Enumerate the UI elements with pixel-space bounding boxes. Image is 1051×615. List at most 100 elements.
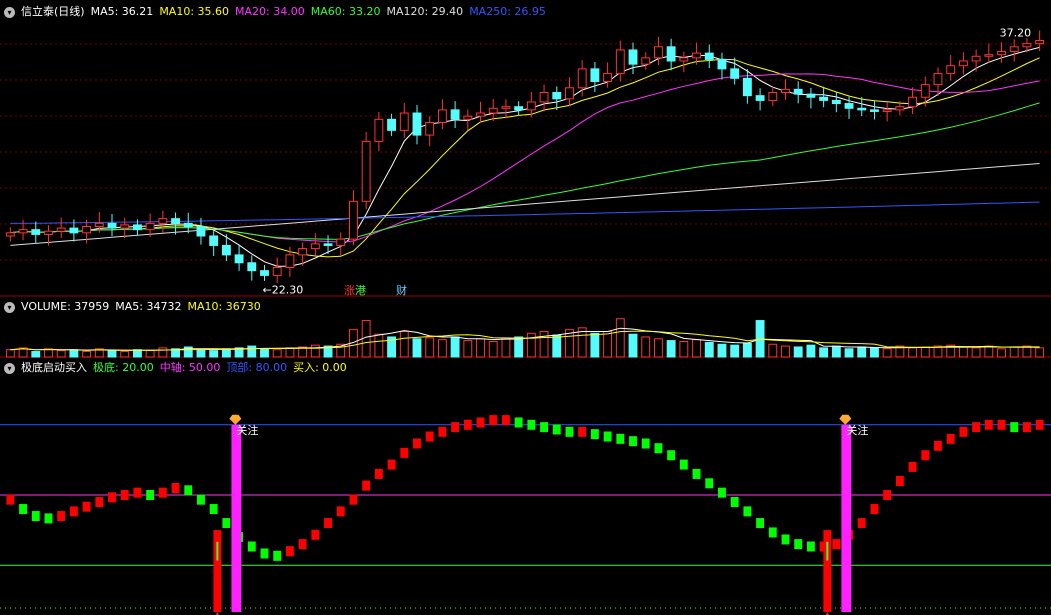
indicator-bar xyxy=(768,527,777,538)
chevron-down-icon[interactable]: ▾ xyxy=(4,362,15,374)
indicator-bar xyxy=(425,431,434,442)
indicator-bar xyxy=(57,511,66,522)
indicator-bar xyxy=(95,497,104,508)
indicator-bar xyxy=(806,541,815,552)
candle xyxy=(793,88,803,95)
volume-ma5-line xyxy=(10,327,1040,351)
volume-bar xyxy=(730,344,740,358)
candle xyxy=(56,227,66,232)
chevron-down-icon[interactable]: ▾ xyxy=(4,301,15,313)
event-marker-0[interactable]: 涨 xyxy=(344,284,355,297)
volume-bar xyxy=(742,342,752,358)
candle xyxy=(831,99,841,105)
indicator-bar xyxy=(641,438,650,449)
indicator-bar xyxy=(171,482,180,493)
candle xyxy=(450,109,460,120)
volume-bar xyxy=(615,318,625,358)
candle xyxy=(1022,43,1032,48)
volume-bar xyxy=(145,350,155,358)
candle xyxy=(221,244,231,256)
chart-window: 37.20 ←22.30 涨港 财关注 关注 ▾ 信立泰(日线) MA5: 36.21 MA1… xyxy=(0,0,1051,615)
candle xyxy=(958,60,968,67)
candle xyxy=(476,112,485,117)
ma120-line xyxy=(10,163,1040,246)
candle xyxy=(514,106,524,111)
indicator-bar xyxy=(984,419,993,430)
indicator-bar xyxy=(146,490,155,500)
indicator-bar xyxy=(400,447,409,458)
volume-bar xyxy=(437,339,447,358)
indicator-bar xyxy=(197,494,205,505)
indicator-bar xyxy=(552,424,561,435)
volume-bar xyxy=(221,348,231,358)
candle xyxy=(933,73,943,86)
candle xyxy=(247,262,257,272)
indicator-bar xyxy=(578,426,587,437)
indicator-bar xyxy=(1035,419,1044,430)
indicator-bar xyxy=(832,539,841,550)
indicator-bar xyxy=(222,518,231,529)
indicator-bar xyxy=(31,511,40,522)
candle xyxy=(565,87,574,100)
indicator-bar xyxy=(501,415,510,426)
volume-bar xyxy=(666,340,676,358)
candle xyxy=(615,49,625,75)
indicator-bar xyxy=(476,417,485,428)
candle xyxy=(437,109,447,123)
indicator-label-2: 中轴: 50.00 xyxy=(159,361,221,374)
candle xyxy=(310,243,320,250)
indicator-bar xyxy=(260,548,269,559)
event-marker-2[interactable]: 财 xyxy=(396,283,407,297)
candle xyxy=(806,93,816,98)
stock-name: 信立泰(日线) xyxy=(21,5,85,18)
candle xyxy=(120,224,130,229)
volume-bar xyxy=(501,337,511,358)
high-price-label: 37.20 xyxy=(1000,26,1032,39)
candle xyxy=(704,52,714,60)
candle xyxy=(196,226,206,237)
indicator-bar xyxy=(654,443,663,454)
volume-bar xyxy=(5,349,15,358)
indicator-bar xyxy=(870,504,879,515)
ma-label-3: MA60: 33.20 xyxy=(310,5,381,18)
indicator-bar xyxy=(946,433,955,444)
ma10-line xyxy=(10,57,1040,258)
buy-signal-tick xyxy=(826,541,829,561)
volume-bar xyxy=(1035,347,1045,358)
candle xyxy=(526,101,536,111)
indicator-bar xyxy=(451,422,460,433)
chevron-down-icon[interactable]: ▾ xyxy=(4,6,15,18)
indicator-bar xyxy=(718,487,726,498)
candle xyxy=(412,112,422,136)
candle xyxy=(692,52,701,59)
volume-labels: VOLUME: 37959 MA5: 34732 MA10: 36730 xyxy=(21,300,267,313)
candle xyxy=(183,222,193,228)
volume-bar xyxy=(641,336,651,358)
candle xyxy=(984,54,994,57)
candle xyxy=(374,118,384,142)
volume-bar xyxy=(539,330,549,358)
indicator-bar xyxy=(857,518,866,529)
candle xyxy=(971,55,981,62)
indicator-bar xyxy=(463,419,472,430)
candle xyxy=(908,96,918,108)
candle xyxy=(488,107,498,114)
candle xyxy=(5,232,15,237)
event-marker-1[interactable]: 港 xyxy=(355,284,366,297)
candle xyxy=(895,106,905,111)
price-legend: ▾ 信立泰(日线) MA5: 36.21 MA10: 35.60 MA20: 34.00… xyxy=(4,4,558,20)
indicator-label-1: 极底: 20.00 xyxy=(93,361,154,374)
low-price-label: ←22.30 xyxy=(263,283,304,296)
indicator-bar xyxy=(298,539,307,550)
candle xyxy=(819,96,829,101)
volume-bar xyxy=(120,351,130,358)
indicator-label-3: 顶部: 80.00 xyxy=(226,361,288,374)
candle xyxy=(870,109,879,112)
volume-bar xyxy=(704,341,714,358)
indicator-bar xyxy=(133,487,142,498)
indicator-bar xyxy=(349,494,358,505)
candle xyxy=(539,92,549,103)
indicator-bar xyxy=(540,422,549,433)
ma-label-5: MA250: 26.95 xyxy=(469,5,546,18)
indicator-bar xyxy=(756,518,765,529)
